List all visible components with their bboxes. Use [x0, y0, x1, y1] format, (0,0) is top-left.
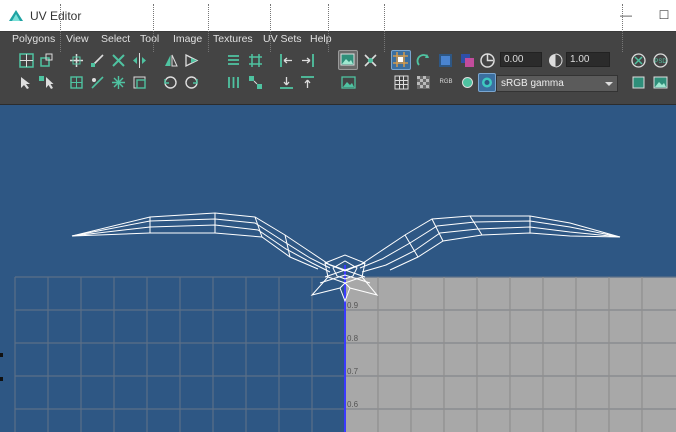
grid-label-0-7: 0.7 [347, 367, 359, 376]
image-display-toggle-icon[interactable] [338, 50, 358, 70]
select-shell-icon[interactable] [38, 74, 55, 91]
rotate-90-cw-icon[interactable] [183, 74, 200, 91]
color-space-value: sRGB gamma [501, 78, 564, 89]
checker-pattern-icon[interactable] [415, 74, 432, 91]
menu-image[interactable]: Image [173, 33, 202, 46]
svg-text:PSD: PSD [654, 59, 667, 65]
align-left-icon[interactable] [278, 52, 295, 69]
window-titlebar: UV Editor — ☐ [0, 0, 676, 31]
minimize-button[interactable]: — [616, 6, 636, 24]
toolbar-separator [270, 4, 273, 52]
uv-canvas: 0.9 0.8 0.7 0.6 [14, 212, 676, 432]
distribute-grid-icon[interactable] [247, 52, 264, 69]
unfold-icon[interactable] [68, 74, 85, 91]
menu-bar: Polygons View Select Tool Image Textures… [0, 31, 676, 47]
optimize-icon[interactable] [110, 74, 127, 91]
straighten-icon[interactable] [131, 74, 148, 91]
toolbar-separator [622, 4, 625, 52]
move-uv-icon[interactable] [68, 52, 85, 69]
toolbar-separator [384, 4, 387, 52]
flip-uv-icon[interactable] [183, 52, 200, 69]
checker-map-icon[interactable] [437, 52, 454, 69]
exposure-field[interactable] [500, 52, 542, 67]
menu-textures[interactable]: Textures [213, 33, 253, 46]
uv-cut-icon[interactable] [18, 52, 35, 69]
toolbar-separator [60, 4, 63, 52]
menu-tool[interactable]: Tool [140, 33, 159, 46]
smudge-icon[interactable] [89, 74, 106, 91]
grid-toggle-icon[interactable] [391, 50, 411, 70]
grid-label-0-9: 0.9 [347, 301, 359, 310]
display-image-icon[interactable] [340, 74, 357, 91]
texture-tiles-icon[interactable] [459, 52, 476, 69]
uv-shell-border-icon[interactable] [630, 74, 647, 91]
menu-view[interactable]: View [66, 33, 89, 46]
chevron-down-icon [603, 76, 615, 91]
menu-select[interactable]: Select [101, 33, 130, 46]
delete-edge-icon[interactable] [110, 52, 127, 69]
stitch-icon[interactable] [131, 52, 148, 69]
align-bottom-icon[interactable] [278, 74, 295, 91]
exposure-reset-icon[interactable] [479, 52, 496, 69]
color-space-dropdown[interactable]: sRGB gamma [496, 75, 618, 92]
uv-viewport[interactable]: 0.9 0.8 0.7 0.6 [0, 105, 676, 432]
uv-layout-icon[interactable] [38, 52, 55, 69]
menu-polygons[interactable]: Polygons [12, 33, 55, 46]
toolbar-separator [153, 4, 156, 52]
gamma-field[interactable] [566, 52, 610, 67]
toolbar-separator [328, 4, 331, 52]
viewport-edge-marker [0, 377, 3, 381]
cut-tool-icon[interactable] [89, 52, 106, 69]
maximize-button[interactable]: ☐ [654, 6, 674, 24]
pixel-snap-icon[interactable]: PSD [652, 52, 669, 69]
align-right-icon[interactable] [299, 52, 316, 69]
toolbar-separator [208, 4, 211, 52]
isolate-select-icon[interactable] [630, 52, 647, 69]
gamma-icon[interactable] [547, 52, 564, 69]
maya-logo-icon [8, 8, 24, 24]
rotate-ccw-icon[interactable] [162, 52, 179, 69]
shaded-uv-icon[interactable] [362, 52, 379, 69]
viewport-edge-marker [0, 353, 3, 357]
window-title: UV Editor [30, 9, 82, 23]
grid-label-0-6: 0.6 [347, 400, 359, 409]
rotate-90-ccw-icon[interactable] [162, 74, 179, 91]
pixel-grid-icon[interactable] [393, 74, 410, 91]
select-pointer-icon[interactable] [18, 74, 35, 91]
align-horizontal-icon[interactable] [225, 52, 242, 69]
menu-uv-sets[interactable]: UV Sets [263, 33, 302, 46]
align-top-icon[interactable] [299, 74, 316, 91]
distribute-icon[interactable] [247, 74, 264, 91]
color-management-icon[interactable] [478, 73, 496, 92]
alpha-channel-icon[interactable] [459, 74, 476, 91]
rgb-channels-button[interactable]: RGB [436, 74, 456, 91]
snap-icon[interactable] [415, 52, 432, 69]
align-vertical-icon[interactable] [225, 74, 242, 91]
image-snapshot-icon[interactable] [652, 74, 669, 91]
grid-label-0-8: 0.8 [347, 334, 359, 343]
